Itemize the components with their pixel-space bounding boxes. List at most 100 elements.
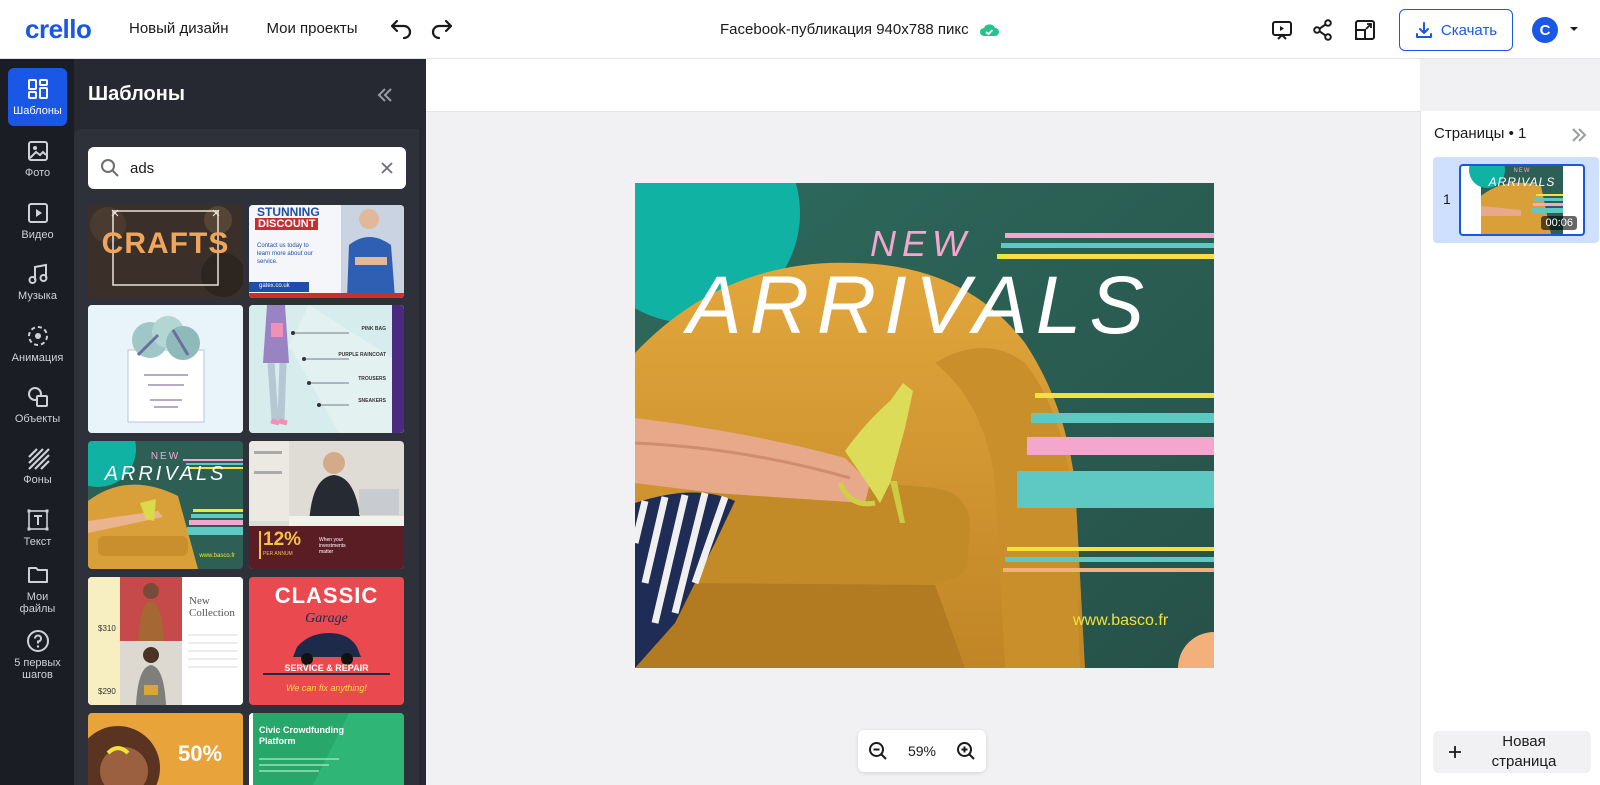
template-text: When your investments matter (319, 537, 346, 555)
template-text: Collection (189, 607, 235, 619)
top-nav: Новый дизайн Мои проекты (129, 20, 358, 37)
left-rail: Шаблоны Фото Видео Музыка Анимация Объек… (0, 59, 74, 785)
zoom-out-icon[interactable] (868, 741, 888, 761)
template-new-collection[interactable]: New Collection $310 $290 (88, 577, 243, 705)
page-duration: 00:06 (1541, 216, 1577, 230)
template-text: STUNNING (257, 205, 320, 219)
template-arrivals-small[interactable]: NEW ARRIVALS www.basco.fr (88, 441, 243, 569)
plus-icon (1449, 746, 1461, 758)
canvas-title-text[interactable]: ARRIVALS (687, 265, 1152, 347)
template-text: SERVICE & REPAIR (284, 663, 369, 673)
rail-item-objects[interactable]: Объекты (8, 376, 67, 434)
rail-item-backgrounds[interactable]: Фоны (8, 437, 67, 495)
rail-label: Фото (24, 167, 51, 179)
template-fashion[interactable]: PINK BAG PURPLE RAINCOAT TROUSERS SNEAKE… (249, 305, 404, 433)
template-text: SNEAKERS (358, 398, 386, 404)
resize-icon[interactable] (1353, 18, 1377, 42)
pages-title: Страницы • 1 (1434, 125, 1526, 142)
new-design-link[interactable]: Новый дизайн (129, 20, 229, 37)
panel-scrollbar[interactable] (419, 59, 426, 785)
redo-icon[interactable] (430, 19, 454, 41)
rail-item-music[interactable]: Музыка (8, 253, 67, 311)
rail-item-my-files[interactable]: Мои файлы (8, 560, 67, 618)
template-crafts[interactable]: CRAFTS (88, 205, 243, 298)
template-text: $310 (98, 624, 116, 633)
share-icon[interactable] (1311, 18, 1335, 42)
workspace: NEW ARRIVALS www.basco.fr 59% (426, 59, 1420, 785)
clear-search-icon[interactable] (380, 161, 394, 175)
document-title-text: Facebook-публикация 940x788 пикс (720, 21, 969, 38)
photo-icon (27, 141, 48, 161)
rail-item-text[interactable]: Текст (8, 499, 67, 557)
template-text: CRAFTS (101, 227, 230, 260)
template-hydrangea[interactable] (88, 305, 243, 433)
template-text: PINK BAG (361, 326, 386, 332)
download-icon (1415, 22, 1432, 38)
design-canvas[interactable]: NEW ARRIVALS www.basco.fr (635, 183, 1214, 668)
template-text: Contact us today to learn more about our… (257, 243, 313, 265)
document-title[interactable]: Facebook-публикация 940x788 пикс (720, 21, 999, 38)
rail-item-first-steps[interactable]: 5 первых шагов (8, 622, 67, 688)
panel-title: Шаблоны (88, 83, 185, 105)
canvas-new-text[interactable]: NEW (870, 223, 972, 265)
top-bar: crello Новый дизайн Мои проекты Facebook… (0, 0, 1600, 59)
template-civic-crowdfunding[interactable]: Civic Crowdfunding Platform (249, 713, 404, 785)
template-stunning-discount[interactable]: STUNNING DISCOUNT Contact us today to le… (249, 205, 404, 298)
page-card[interactable]: 1 NEW ARRIVALS 00:06 (1433, 157, 1599, 243)
rail-item-photo[interactable]: Фото (8, 130, 67, 188)
template-text: PURPLE RAINCOAT (338, 352, 386, 358)
rail-label: Видео (21, 229, 54, 241)
rail-label: Фоны (23, 474, 52, 486)
present-icon[interactable] (1270, 18, 1294, 42)
download-button[interactable]: Скачать (1399, 9, 1513, 51)
template-text: 50% (178, 741, 223, 766)
canvas-url-text[interactable]: www.basco.fr (1073, 612, 1168, 630)
expand-pages-icon[interactable] (1569, 125, 1589, 145)
template-beauty-sale[interactable]: 50% (88, 713, 243, 785)
collapse-panel-icon[interactable] (374, 84, 396, 106)
rail-label: Текст (23, 536, 52, 548)
avatar[interactable]: C (1532, 17, 1558, 43)
backgrounds-icon (27, 448, 50, 470)
download-label: Скачать (1440, 21, 1498, 39)
template-text: ARRIVALS (104, 463, 227, 485)
template-text: Garage (305, 611, 348, 626)
page-thumb-text: NEW (1513, 168, 1531, 174)
rail-label: 5 первых шагов (14, 657, 61, 681)
folder-icon (27, 567, 48, 583)
rail-label: Музыка (18, 290, 57, 302)
template-text: www.basco.fr (199, 553, 235, 559)
pages-panel: Страницы • 1 1 NEW ARRIVALS 00:06 Новая … (1420, 111, 1600, 785)
template-classic-garage[interactable]: CLASSIC Garage SERVICE & REPAIR We can f… (249, 577, 404, 705)
video-icon (27, 203, 48, 223)
template-investments[interactable]: 12% PER ANNUM When your investments matt… (249, 441, 404, 569)
template-text: gatex.co.uk (259, 283, 290, 289)
template-text: PER ANNUM (263, 551, 293, 557)
template-hydrangea-art (88, 305, 243, 433)
rail-item-video[interactable]: Видео (8, 192, 67, 250)
text-icon (27, 509, 48, 531)
search-input[interactable] (130, 159, 380, 177)
rail-label: Мои файлы (19, 591, 56, 615)
undo-icon[interactable] (389, 19, 413, 41)
template-text: 12% (263, 529, 302, 550)
new-page-button[interactable]: Новая страница (1433, 731, 1591, 773)
zoom-value[interactable]: 59% (908, 743, 936, 759)
page-thumbnail[interactable]: NEW ARRIVALS 00:06 (1459, 164, 1585, 236)
my-projects-link[interactable]: Мои проекты (267, 20, 358, 37)
rail-item-animation[interactable]: Анимация (8, 315, 67, 373)
pages-title-text: Страницы (1434, 125, 1505, 142)
search-box[interactable] (88, 147, 406, 189)
help-icon (26, 630, 49, 652)
template-text: We can fix anything! (286, 683, 367, 693)
chevron-down-icon[interactable] (1568, 23, 1580, 35)
music-icon (28, 263, 47, 284)
template-fashion-art (249, 305, 404, 433)
rail-item-templates[interactable]: Шаблоны (8, 68, 67, 126)
cloud-saved-icon (979, 23, 999, 36)
template-text: New (189, 595, 210, 607)
template-grid: CRAFTS STUNNING DISCOUNT Contact us toda… (88, 205, 406, 785)
zoom-in-icon[interactable] (956, 741, 976, 761)
search-icon (101, 159, 119, 177)
crello-logo[interactable]: crello (25, 14, 92, 45)
